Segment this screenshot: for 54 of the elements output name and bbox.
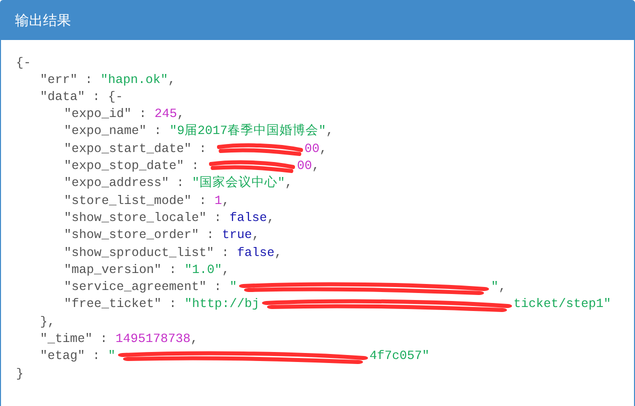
json-value: 245 [154,106,178,124]
json-key: "map_version" : [64,260,177,280]
comma: , [222,262,230,279]
brace: }, [40,314,56,331]
json-value: "国家会议中心" [192,174,286,192]
comma: , [222,192,230,210]
json-key: "show_store_order" : [64,226,214,245]
json-value: false [230,210,268,227]
json-key: "free_ticket" : [64,295,177,314]
json-key: "_time" : [40,330,108,349]
brace: } [16,366,24,383]
json-key: "store_list_mode" : [64,192,207,210]
json-value: ticket/step1" [514,296,612,314]
json-value: " [491,279,499,296]
json-key: "service_agreement" : [64,278,222,297]
comma: , [252,227,260,244]
panel-title: 输出结果 [15,10,71,30]
json-key: "show_sproduct_list" : [64,244,230,262]
comma: , [312,158,320,176]
collapse-toggle[interactable]: - [116,88,124,107]
json-key: "show_store_locale" : [64,208,222,228]
comma: , [326,123,334,140]
json-key: "expo_start_date" : [64,140,207,159]
json-value: 4f7c057" [370,348,430,366]
json-value: " [108,348,116,366]
json-value: " [230,279,238,296]
comma: , [320,140,328,158]
comma: , [190,331,198,348]
collapse-toggle[interactable]: - [24,54,32,72]
json-key: "data" : [40,88,100,107]
json-key: "expo_name" : [64,122,162,142]
json-value: "http://bj [184,296,260,314]
json-value: "hapn.ok" [100,72,168,89]
brace: { [108,88,116,106]
json-key: "expo_address" : [64,174,184,194]
json-value: 1495178738 [116,331,191,348]
comma: , [168,72,176,89]
json-value: 00 [304,140,320,158]
json-value: true [222,227,252,244]
comma: , [267,210,275,227]
comma: , [274,244,282,262]
json-value: false [237,244,275,262]
json-value: "1.0" [184,262,222,279]
comma: , [498,279,506,296]
json-key: "err" : [40,70,93,90]
json-key: "etag" : [40,347,100,366]
json-key: "expo_id" : [64,105,147,124]
json-value: "9届2017春季中国婚博会" [170,122,326,140]
json-value: 1 [214,192,222,210]
brace: { [16,55,24,72]
comma: , [177,106,185,124]
json-value: 00 [297,158,312,176]
comma: , [285,175,293,192]
json-key: "expo_stop_date" : [64,157,200,176]
